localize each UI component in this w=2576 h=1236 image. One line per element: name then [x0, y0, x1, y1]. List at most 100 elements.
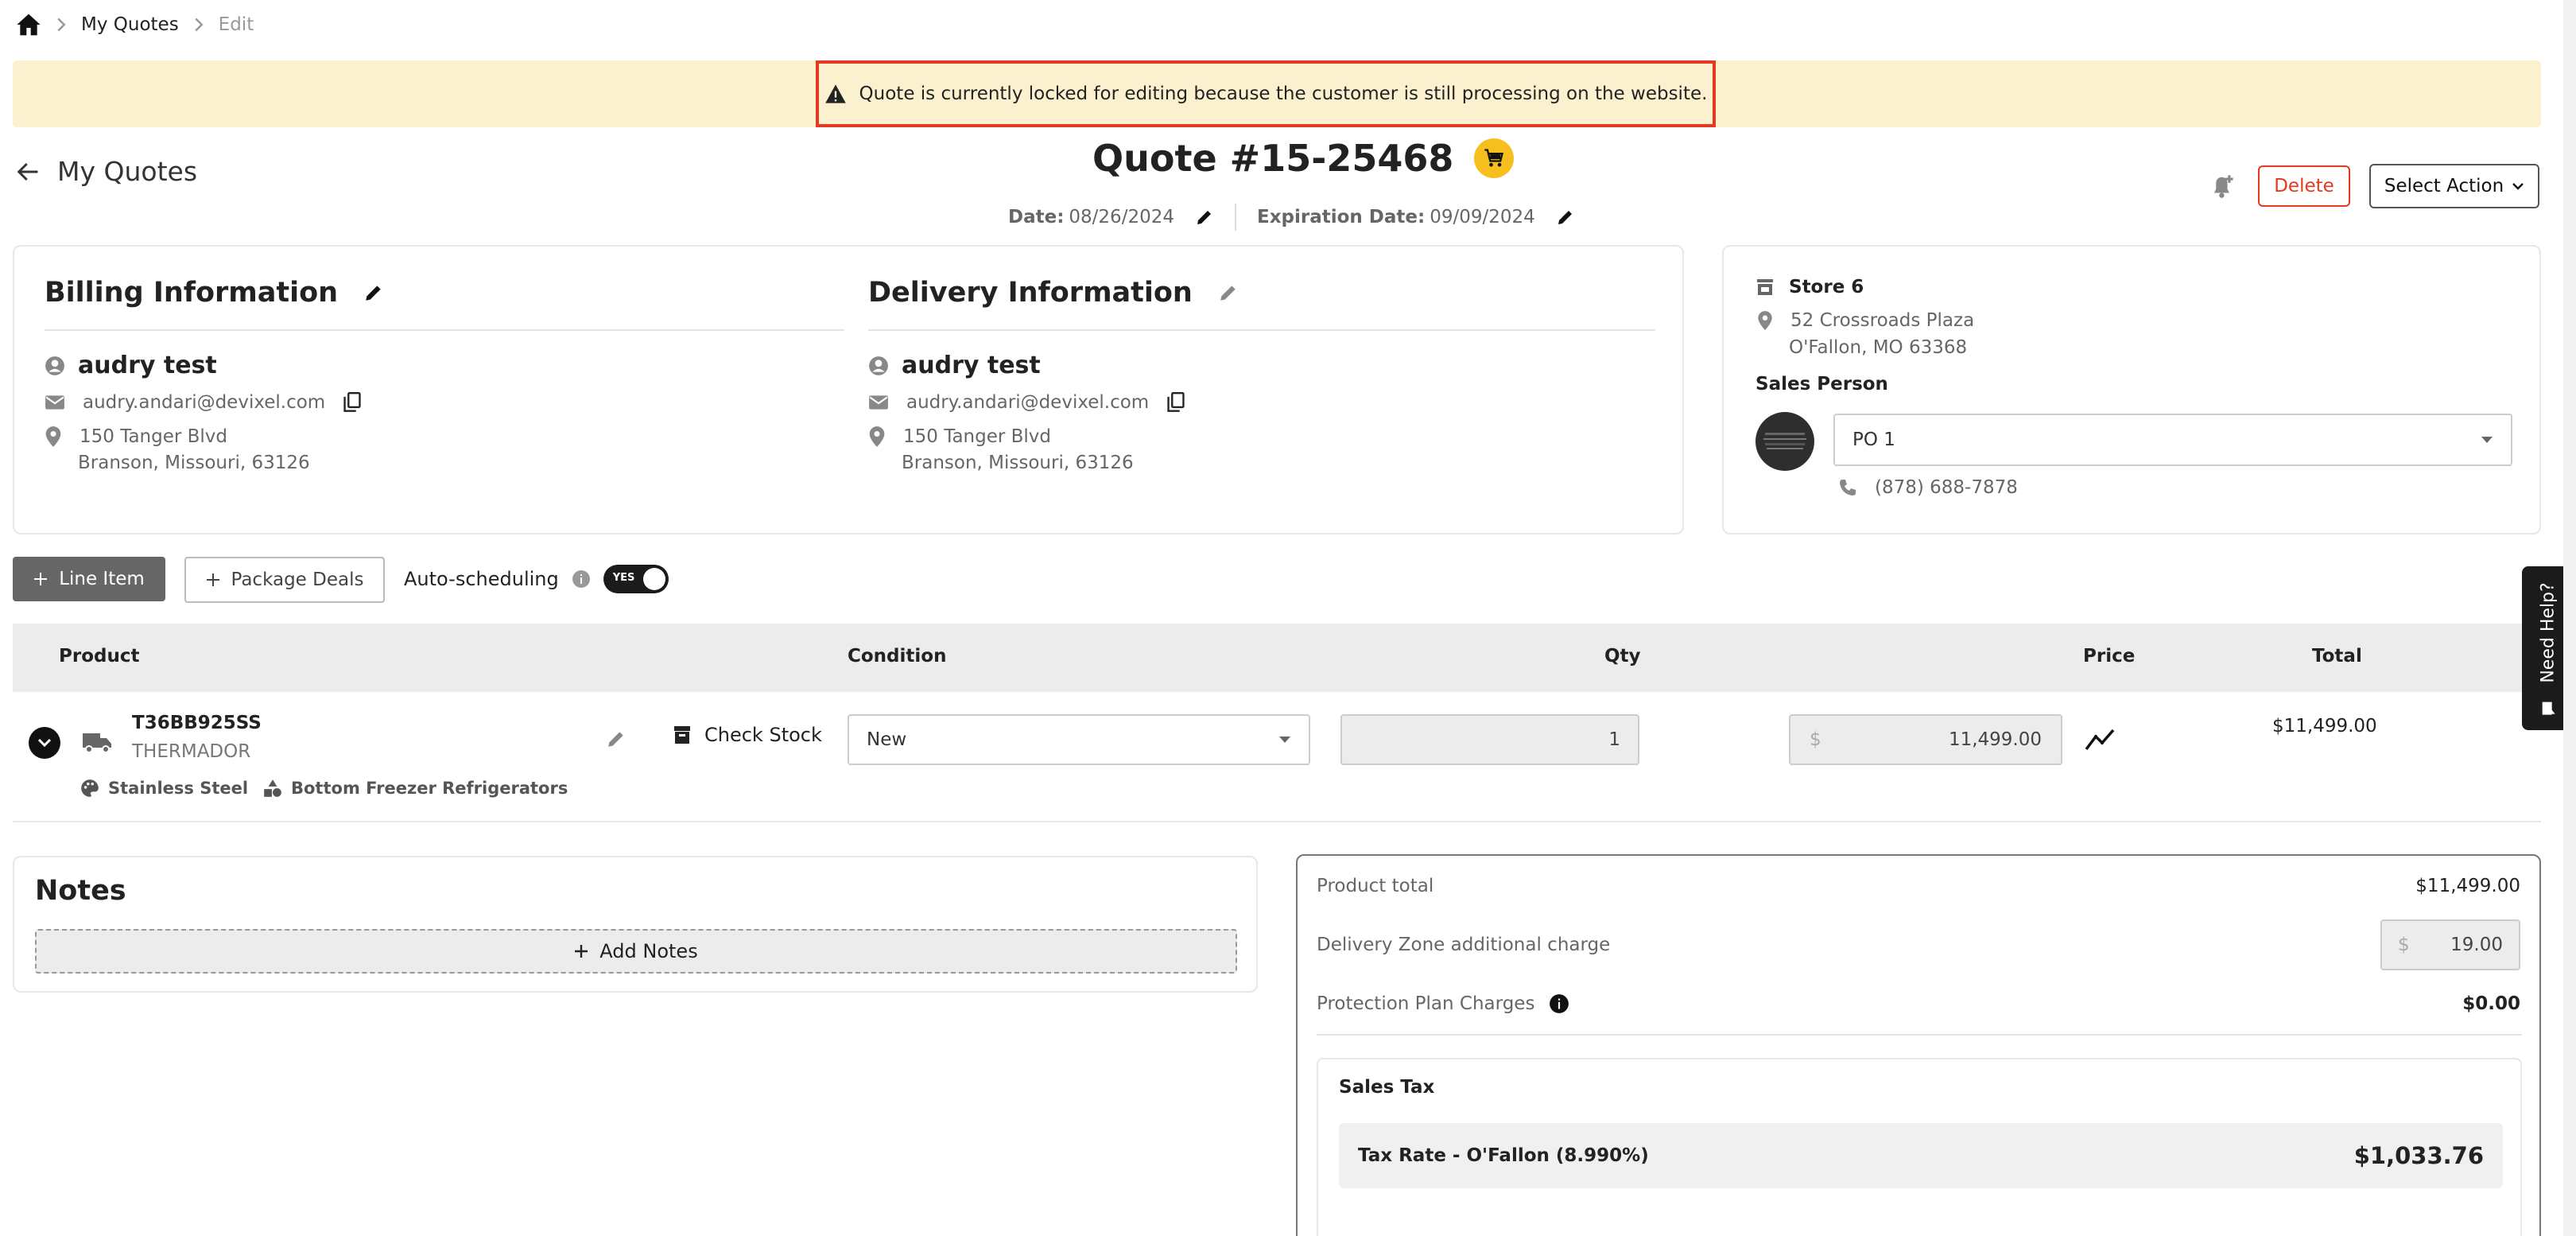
protection-plan-label: Protection Plan Charges [1317, 993, 1535, 1014]
category-tag: Bottom Freezer Refrigerators [262, 778, 568, 799]
dates-divider [1234, 204, 1236, 231]
sales-tax-card: Sales Tax Tax Rate - O'Fallon (8.990%) $… [1317, 1058, 2522, 1236]
product-total-label: Product total [1317, 876, 1434, 896]
page-scrollbar[interactable] [2563, 0, 2576, 1236]
edit-billing-icon[interactable] [363, 282, 384, 303]
column-header-product: Product [59, 646, 140, 667]
date-label: Date: [1008, 207, 1065, 227]
caret-down-icon [2481, 436, 2493, 444]
price-input[interactable]: $ 11,499.00 [1789, 714, 2062, 765]
plus-icon [33, 572, 48, 586]
quote-title-group: Quote #15-25468 [1092, 137, 1515, 180]
chat-icon [2541, 696, 2557, 717]
auto-scheduling-group: Auto-scheduling YES [404, 557, 669, 601]
category-icon [262, 778, 283, 799]
billing-divider [45, 329, 844, 331]
cart-icon [1474, 138, 1515, 178]
back-to-quotes-link[interactable]: My Quotes [16, 156, 197, 187]
select-action-button[interactable]: Select Action [2369, 164, 2539, 208]
summary-divider [1317, 1034, 2522, 1036]
archive-icon [673, 725, 692, 745]
column-header-qty: Qty [1604, 646, 1641, 667]
sales-person-phone: (878) 688-7878 [1875, 477, 2018, 498]
quote-dates: Date: 08/26/2024 Expiration Date: 09/09/… [1008, 204, 1575, 231]
notification-add-icon[interactable] [2207, 170, 2239, 200]
edit-date-icon[interactable] [1195, 208, 1214, 227]
price-currency: $ [1810, 729, 1821, 750]
product-sku: T36BB925SS [132, 713, 262, 733]
condition-value: New [867, 729, 907, 750]
billing-email: audry.andari@devixel.com [83, 392, 326, 413]
info-icon[interactable] [1549, 993, 1569, 1014]
condition-select[interactable]: New [848, 714, 1310, 765]
finish-tag-label: Stainless Steel [108, 779, 249, 798]
tax-rate-row: Tax Rate - O'Fallon (8.990%) $1,033.76 [1339, 1123, 2503, 1188]
delete-button[interactable]: Delete [2258, 165, 2350, 207]
copy-icon[interactable] [1166, 392, 1185, 413]
price-history-icon[interactable] [2085, 727, 2116, 752]
caret-down-icon [1278, 736, 1291, 744]
back-label: My Quotes [57, 156, 198, 187]
line-items-table-header: Product Condition Qty Price Total [13, 624, 2541, 692]
delivery-divider [868, 329, 1655, 331]
delivery-address-line1: 150 Tanger Blvd [903, 426, 1052, 447]
price-value: 11,499.00 [1948, 729, 2042, 750]
product-brand: THERMADOR [132, 741, 251, 762]
check-stock-button[interactable]: Check Stock [673, 724, 822, 746]
protection-plan-value: $0.00 [2462, 993, 2520, 1014]
account-circle-icon [45, 356, 65, 376]
check-stock-label: Check Stock [704, 724, 822, 746]
sales-person-label: Sales Person [1755, 374, 1888, 395]
info-icon[interactable] [572, 569, 591, 589]
auto-scheduling-toggle[interactable]: YES [603, 565, 669, 593]
expiration-date-label: Expiration Date: [1256, 207, 1426, 227]
home-icon[interactable] [16, 13, 41, 37]
protection-plan-row: Protection Plan Charges $0.00 [1317, 988, 2520, 1020]
column-header-total: Total [2312, 646, 2362, 667]
lock-banner-text: Quote is currently locked for editing be… [859, 84, 1708, 104]
add-notes-label: Add Notes [599, 940, 698, 962]
date-value: 08/26/2024 [1069, 207, 1174, 227]
tax-rate-label: Tax Rate - O'Fallon (8.990%) [1358, 1145, 1649, 1166]
lock-banner-message-box: Quote is currently locked for editing be… [816, 60, 1716, 127]
toggle-label: YES [612, 572, 635, 584]
package-deals-button[interactable]: Package Deals [184, 557, 385, 603]
edit-delivery-icon[interactable] [1218, 282, 1239, 303]
edit-product-icon[interactable] [606, 729, 627, 749]
line-item-label: Line Item [59, 569, 145, 589]
breadcrumb-my-quotes[interactable]: My Quotes [81, 14, 179, 35]
store-icon [1755, 278, 1775, 297]
copy-icon[interactable] [343, 392, 362, 413]
product-total-row: Product total $11,499.00 [1317, 870, 2520, 902]
tax-rate-value: $1,033.76 [2353, 1142, 2484, 1169]
expand-row-icon[interactable] [29, 727, 60, 759]
add-notes-button[interactable]: Add Notes [35, 929, 1237, 974]
edit-expiration-date-icon[interactable] [1556, 208, 1575, 227]
billing-section: Billing Information audry test audry.and… [45, 277, 844, 473]
truck-icon [81, 730, 113, 754]
add-line-item-button[interactable]: Line Item [13, 557, 165, 601]
chevron-right-icon [56, 17, 67, 33]
store-address-line1: 52 Crossroads Plaza [1790, 310, 1975, 331]
delivery-charge-row: Delivery Zone additional charge $ 19.00 [1317, 919, 2520, 970]
palette-icon [80, 778, 100, 799]
page-title: Quote #15-25468 [1092, 137, 1454, 180]
delivery-charge-input[interactable]: $ 19.00 [2380, 919, 2520, 970]
sales-person-select[interactable]: PO 1 [1833, 414, 2512, 466]
breadcrumb-edit: Edit [218, 14, 254, 35]
delivery-charge-value: 19.00 [2450, 935, 2503, 955]
package-deals-label: Package Deals [231, 569, 364, 590]
qty-input[interactable]: 1 [1340, 714, 1639, 765]
account-circle-icon [868, 356, 889, 376]
location-pin-icon [1757, 310, 1773, 331]
delivery-email: audry.andari@devixel.com [906, 392, 1150, 413]
delivery-section: Delivery Information audry test audry.an… [868, 277, 1655, 473]
quote-summary: Product total $11,499.00 Delivery Zone a… [1296, 854, 2541, 1236]
category-tag-label: Bottom Freezer Refrigerators [291, 779, 568, 798]
email-icon [868, 395, 889, 410]
breadcrumb: My Quotes Edit [16, 11, 254, 38]
auto-scheduling-label: Auto-scheduling [404, 568, 559, 590]
phone-icon [1838, 478, 1857, 497]
line-total: $11,499.00 [2272, 716, 2377, 737]
location-pin-icon [868, 426, 886, 448]
